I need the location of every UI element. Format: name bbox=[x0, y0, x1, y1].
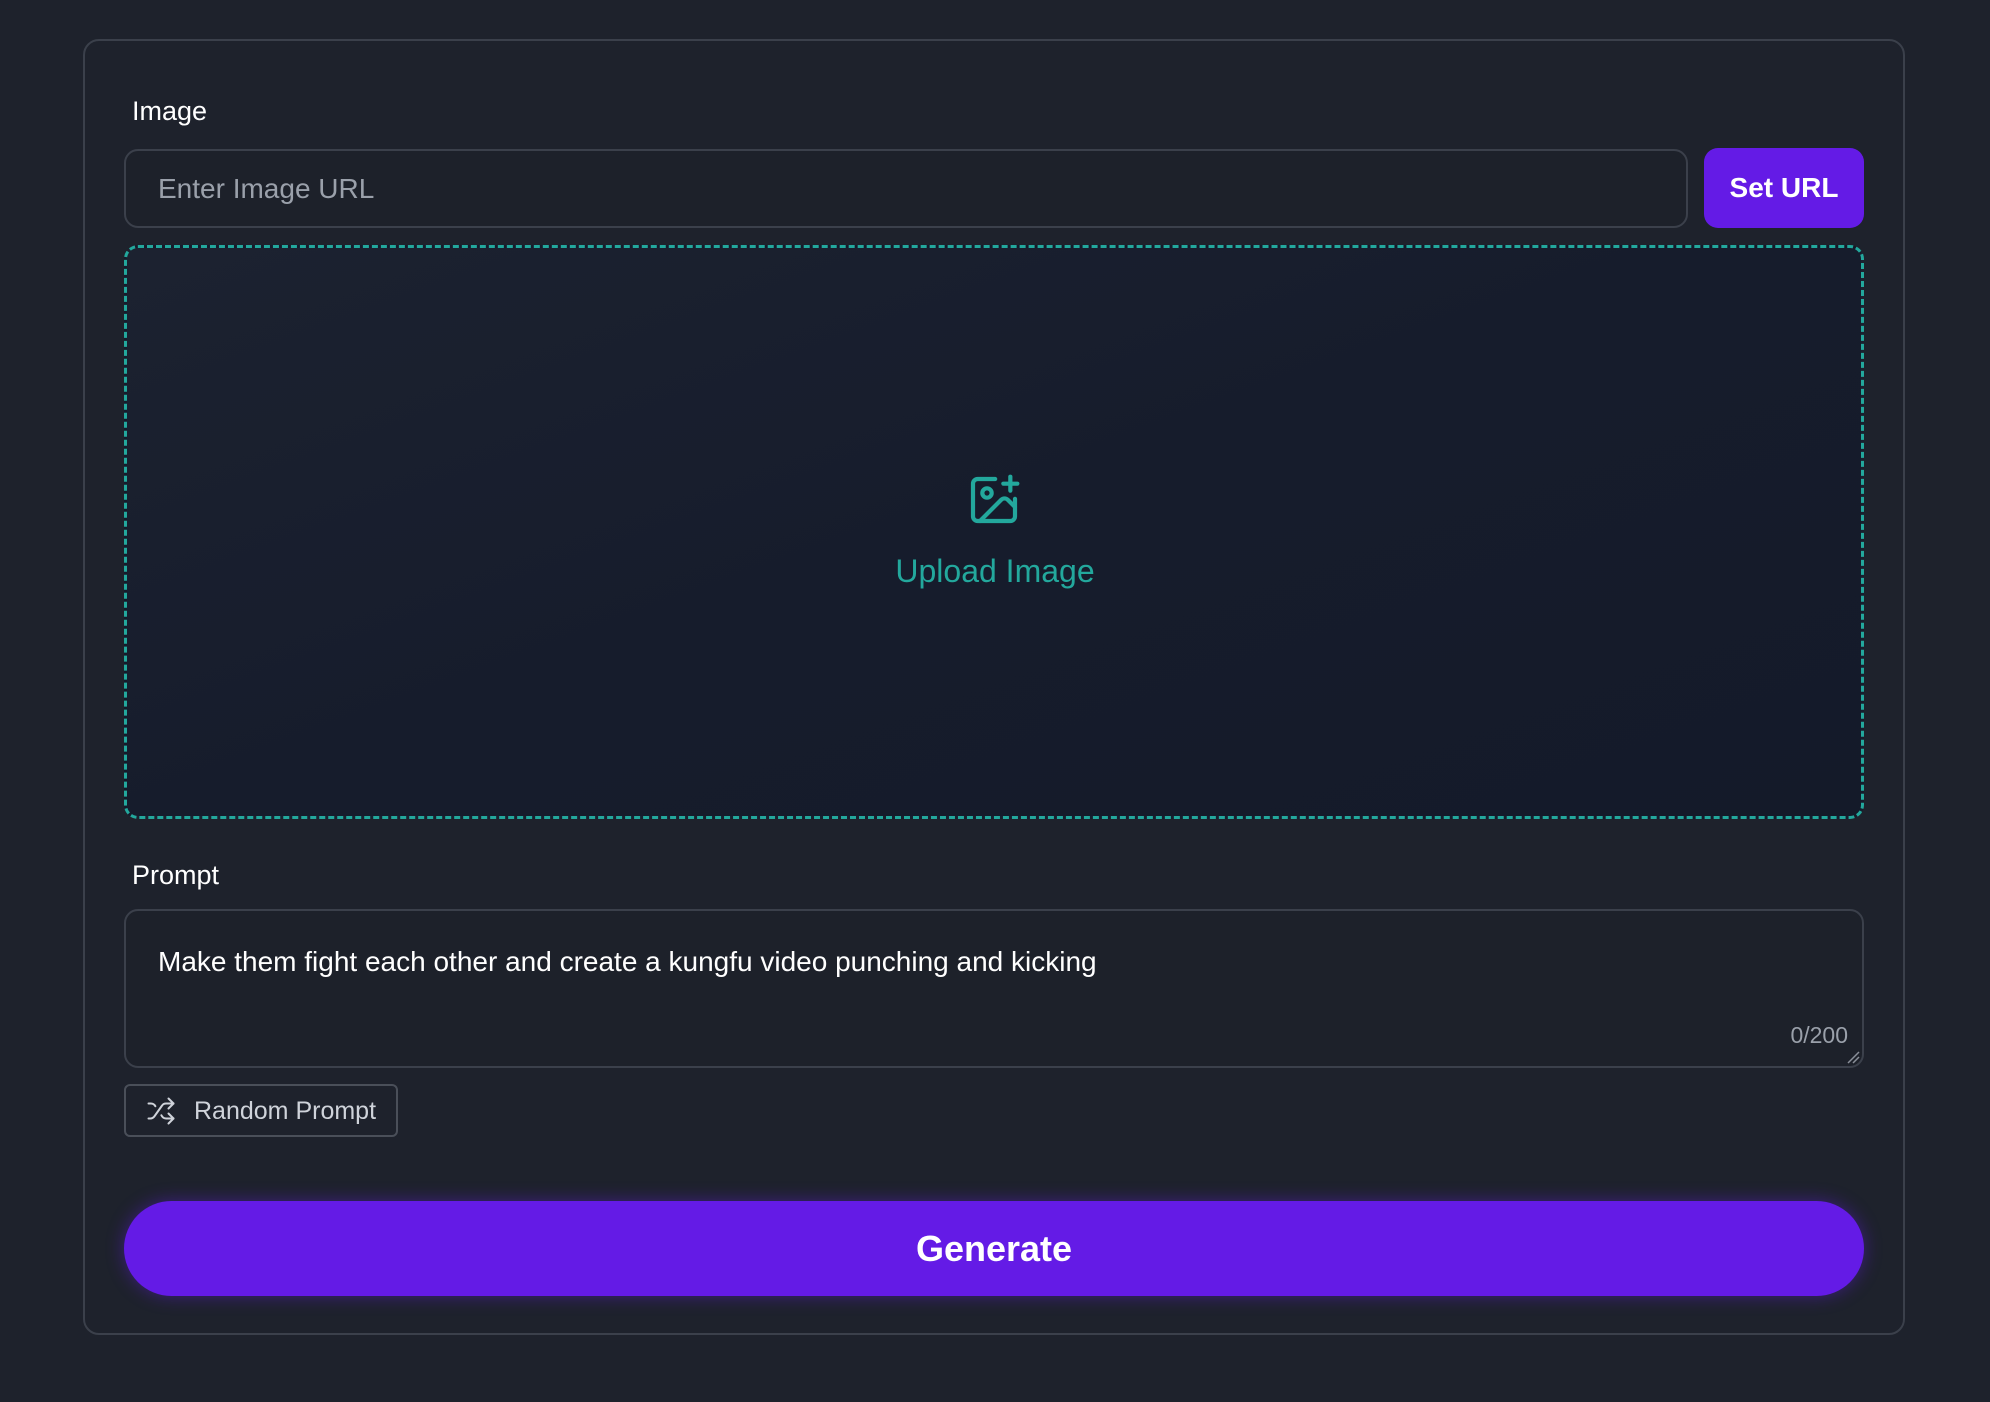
generate-button[interactable]: Generate bbox=[124, 1201, 1864, 1296]
prompt-label: Prompt bbox=[132, 860, 220, 890]
resize-handle-icon[interactable] bbox=[1846, 1050, 1860, 1064]
image-url-input[interactable] bbox=[124, 149, 1688, 228]
random-prompt-label[interactable]: Random Prompt bbox=[194, 1099, 376, 1124]
upload-dropzone[interactable] bbox=[124, 245, 1864, 819]
shuffle-icon bbox=[147, 1097, 175, 1125]
set-url-button[interactable]: Set URL bbox=[1704, 148, 1864, 228]
image-plus-icon bbox=[970, 474, 1020, 524]
character-counter: 0/200 bbox=[1790, 1022, 1848, 1048]
upload-image-label[interactable]: Upload Image bbox=[0, 555, 1990, 587]
image-label: Image bbox=[132, 96, 208, 126]
prompt-textarea[interactable] bbox=[124, 909, 1864, 1068]
prompt-text[interactable]: Make them fight each other and create a … bbox=[158, 946, 1097, 978]
